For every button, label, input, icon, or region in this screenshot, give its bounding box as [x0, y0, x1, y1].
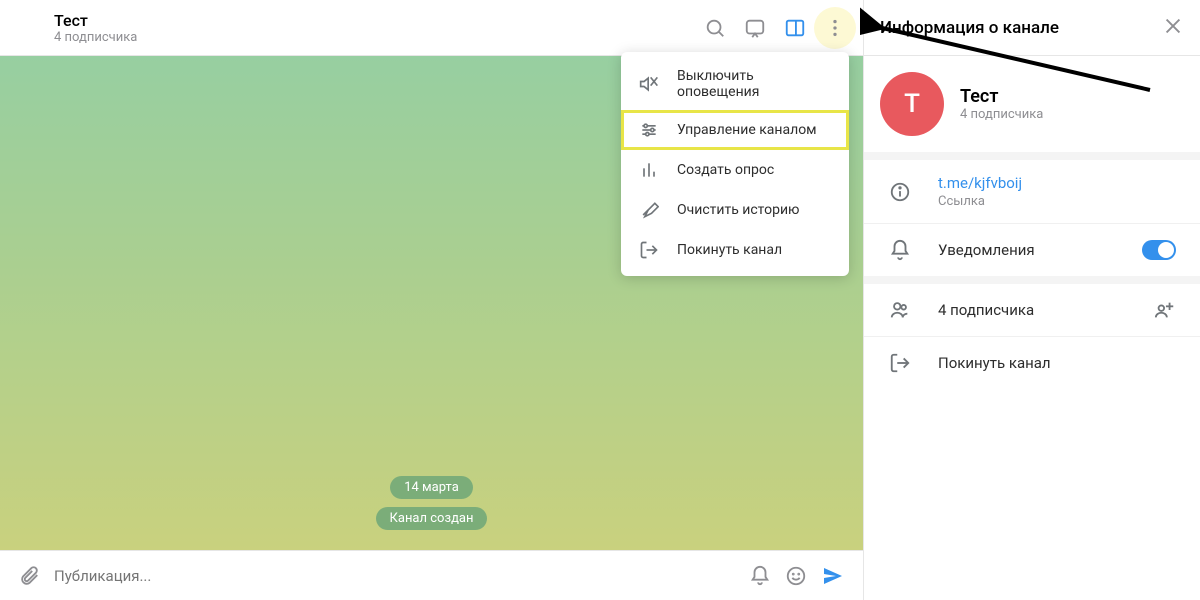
exit-icon — [888, 351, 912, 375]
compose-bar — [0, 550, 863, 600]
add-user-icon[interactable] — [1154, 299, 1176, 321]
date-badge: 14 марта — [390, 476, 473, 499]
close-icon — [1162, 15, 1184, 37]
poll-icon — [639, 160, 659, 180]
notifications-label: Уведомления — [938, 241, 1116, 259]
menu-clear-label: Очистить историю — [677, 202, 800, 218]
chat-header: Тест 4 подписчика — [0, 0, 863, 56]
members-item[interactable]: 4 подписчика — [864, 276, 1200, 336]
chat-title: Тест — [54, 11, 703, 30]
emoji-icon[interactable] — [785, 565, 807, 587]
info-title: Информация о канале — [880, 18, 1162, 38]
mute-icon — [639, 74, 659, 94]
link-label: Ссылка — [938, 194, 1176, 209]
notifications-toggle[interactable] — [1142, 240, 1176, 260]
sidebar-icon — [784, 17, 806, 39]
compose-input[interactable] — [54, 567, 735, 585]
notification-icon[interactable] — [749, 565, 771, 587]
more-icon — [824, 17, 846, 39]
close-button[interactable] — [1162, 15, 1184, 41]
menu-leave[interactable]: Покинуть канал — [621, 230, 849, 270]
leave-label: Покинуть канал — [938, 354, 1176, 372]
info-link-item[interactable]: t.me/kjfvboij Ссылка — [864, 152, 1200, 223]
chat-subtitle: 4 подписчика — [54, 30, 703, 45]
info-panel: Информация о канале T Тест 4 подписчика … — [864, 0, 1200, 600]
header-info[interactable]: Тест 4 подписчика — [54, 11, 703, 45]
header-actions — [703, 16, 847, 40]
profile-section[interactable]: T Тест 4 подписчика — [864, 56, 1200, 152]
leave-icon — [639, 240, 659, 260]
bell-icon — [888, 238, 912, 262]
manage-icon — [639, 120, 659, 140]
menu-clear[interactable]: Очистить историю — [621, 190, 849, 230]
members-icon — [888, 298, 912, 322]
notifications-item[interactable]: Уведомления — [864, 223, 1200, 276]
avatar: T — [880, 72, 944, 136]
search-icon — [704, 17, 726, 39]
members-label: 4 подписчика — [938, 301, 1128, 319]
profile-text: Тест 4 подписчика — [960, 86, 1043, 122]
more-button[interactable] — [823, 16, 847, 40]
profile-name: Тест — [960, 86, 1043, 107]
search-button[interactable] — [703, 16, 727, 40]
comments-button[interactable] — [743, 16, 767, 40]
attach-icon[interactable] — [18, 565, 40, 587]
clear-icon — [639, 200, 659, 220]
menu-leave-label: Покинуть канал — [677, 242, 782, 258]
more-dropdown: Выключить оповещения Управление каналом … — [621, 52, 849, 276]
profile-sub: 4 подписчика — [960, 107, 1043, 122]
menu-mute-label: Выключить оповещения — [677, 68, 831, 100]
menu-poll[interactable]: Создать опрос — [621, 150, 849, 190]
send-button[interactable] — [821, 564, 845, 588]
info-icon — [888, 180, 912, 204]
menu-manage[interactable]: Управление каналом — [621, 110, 849, 150]
channel-link: t.me/kjfvboij — [938, 174, 1176, 192]
comments-icon — [744, 17, 766, 39]
info-header: Информация о канале — [864, 0, 1200, 56]
chat-main-area: Тест 4 подписчика 14 марта Канал создан — [0, 0, 864, 600]
system-message: Канал создан — [376, 507, 488, 530]
menu-mute[interactable]: Выключить оповещения — [621, 58, 849, 110]
leave-item[interactable]: Покинуть канал — [864, 336, 1200, 389]
menu-poll-label: Создать опрос — [677, 162, 774, 178]
menu-manage-label: Управление каналом — [677, 122, 817, 138]
sidebar-toggle-button[interactable] — [783, 16, 807, 40]
